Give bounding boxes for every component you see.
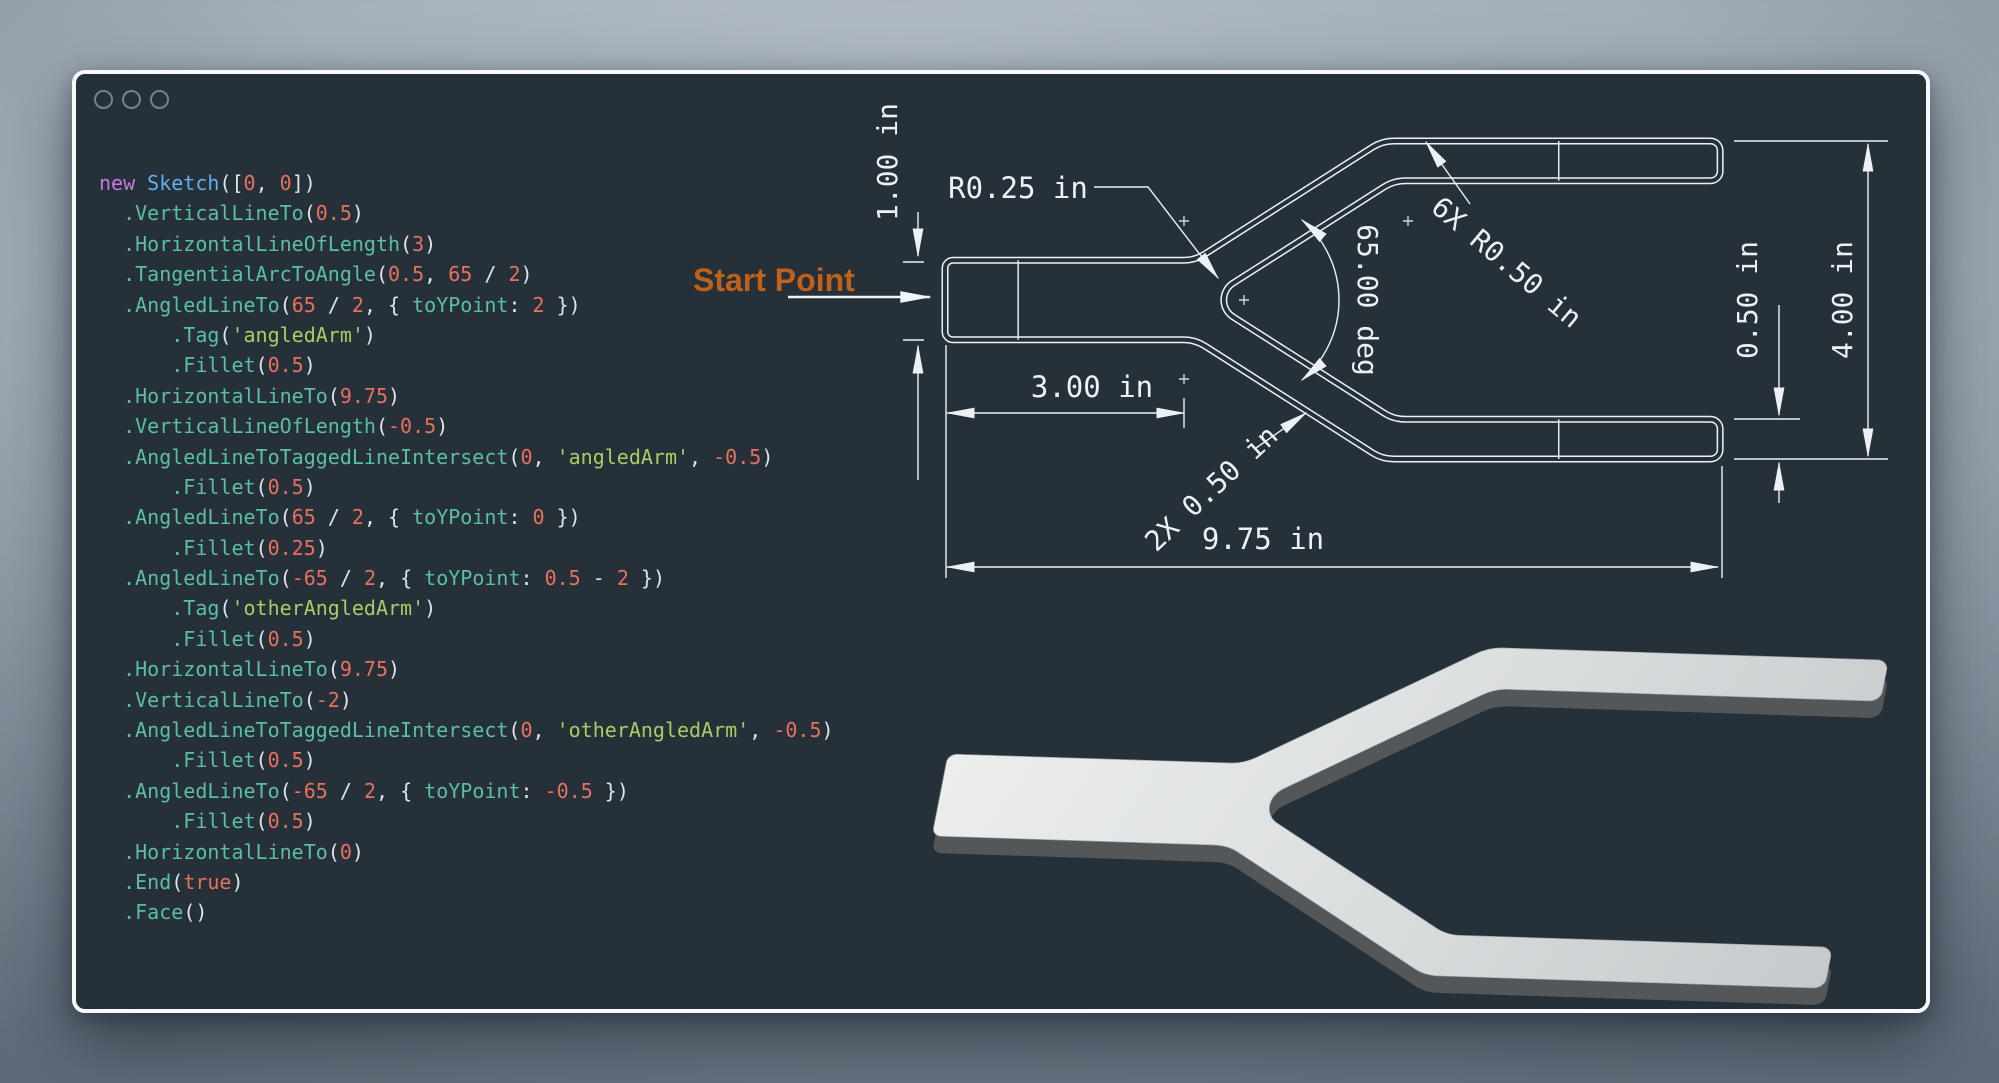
- minimize-button-icon[interactable]: [122, 90, 141, 109]
- code-line: .VerticalLineTo(0.5): [99, 198, 834, 228]
- maximize-button-icon[interactable]: [150, 90, 169, 109]
- code-line: new Sketch([0, 0]): [99, 168, 834, 198]
- code-line: .AngledLineTo(-65 / 2, { toYPoint: 0.5 -…: [99, 563, 834, 593]
- code-line: .VerticalLineTo(-2): [99, 685, 834, 715]
- app-window: new Sketch([0, 0]) .VerticalLineTo(0.5) …: [72, 70, 1930, 1013]
- code-line: .HorizontalLineTo(0): [99, 837, 834, 867]
- code-line: .TangentialArcToAngle(0.5, 65 / 2): [99, 259, 834, 289]
- code-line: .AngledLineTo(-65 / 2, { toYPoint: -0.5 …: [99, 776, 834, 806]
- code-line: .HorizontalLineOfLength(3): [99, 229, 834, 259]
- code-line: .Fillet(0.5): [99, 624, 834, 654]
- code-line: .VerticalLineOfLength(-0.5): [99, 411, 834, 441]
- code-editor[interactable]: new Sketch([0, 0]) .VerticalLineTo(0.5) …: [99, 168, 834, 928]
- window-titlebar[interactable]: [76, 74, 1926, 130]
- code-line: .Fillet(0.25): [99, 533, 834, 563]
- code-line: .Tag('otherAngledArm'): [99, 593, 834, 623]
- code-line: .Face(): [99, 897, 834, 927]
- code-line: .End(true): [99, 867, 834, 897]
- close-button-icon[interactable]: [94, 90, 113, 109]
- code-line: .Fillet(0.5): [99, 745, 834, 775]
- code-line: .AngledLineToTaggedLineIntersect(0, 'ang…: [99, 442, 834, 472]
- traffic-lights: [94, 90, 169, 109]
- code-line: .AngledLineToTaggedLineIntersect(0, 'oth…: [99, 715, 834, 745]
- code-line: .AngledLineTo(65 / 2, { toYPoint: 2 }): [99, 290, 834, 320]
- code-line: .AngledLineTo(65 / 2, { toYPoint: 0 }): [99, 502, 834, 532]
- code-line: .Tag('angledArm'): [99, 320, 834, 350]
- code-line: .Fillet(0.5): [99, 472, 834, 502]
- code-line: .HorizontalLineTo(9.75): [99, 381, 834, 411]
- desktop-background: { "window": { "traffic_lights": ["close"…: [0, 0, 1999, 1083]
- code-line: .Fillet(0.5): [99, 806, 834, 836]
- code-line: .HorizontalLineTo(9.75): [99, 654, 834, 684]
- code-line: .Fillet(0.5): [99, 350, 834, 380]
